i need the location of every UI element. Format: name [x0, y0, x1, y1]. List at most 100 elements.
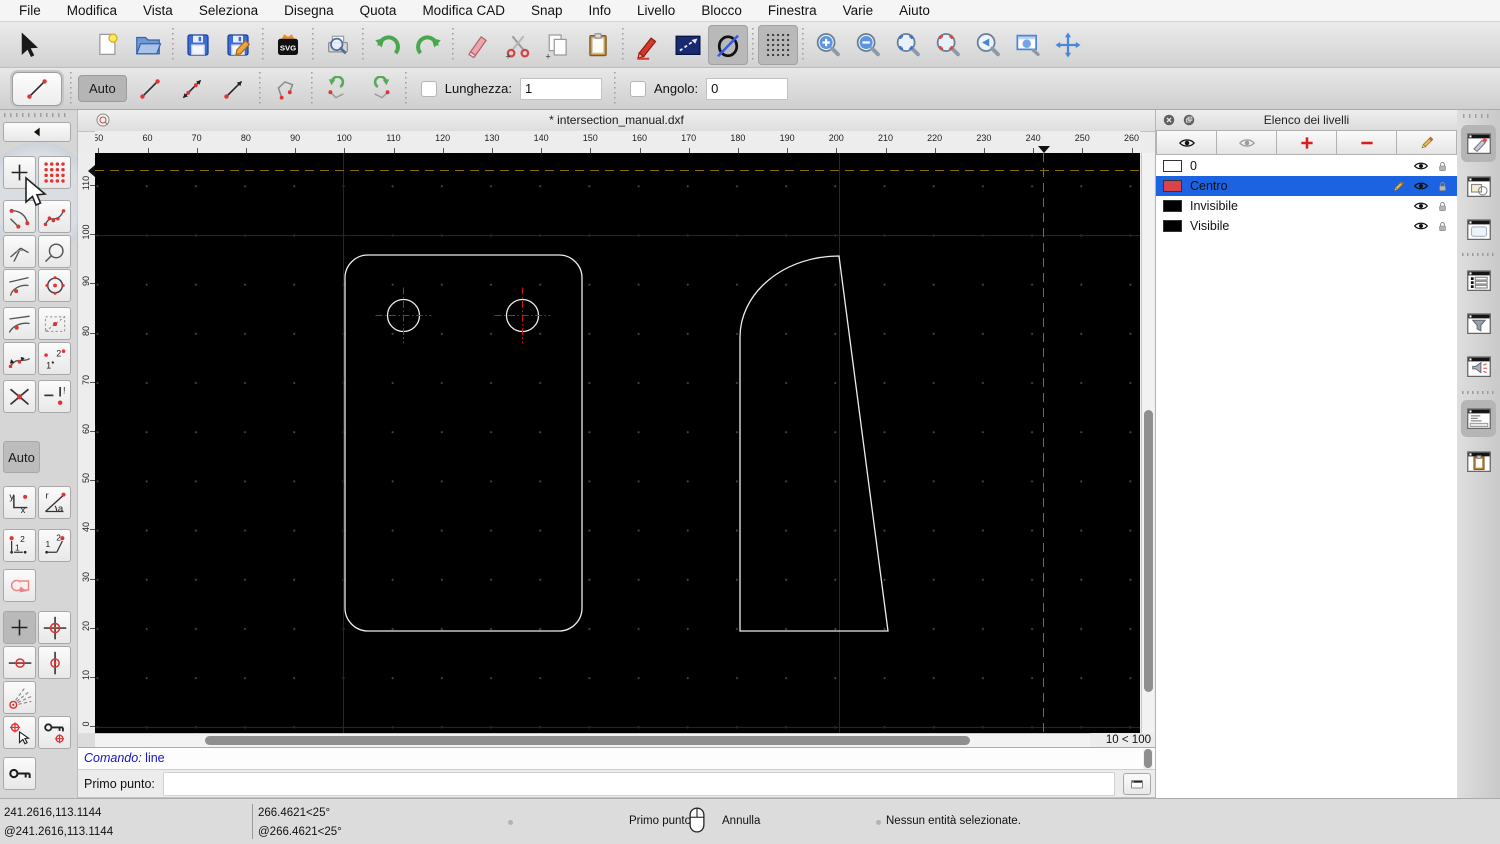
scrollbar-thumb[interactable]	[1143, 410, 1153, 692]
menu-aiuto[interactable]: Aiuto	[886, 0, 943, 22]
snap-tangent-button[interactable]	[3, 269, 36, 302]
menu-livello[interactable]: Livello	[624, 0, 688, 22]
menu-info[interactable]: Info	[576, 0, 625, 22]
line-tool-button[interactable]	[12, 71, 62, 106]
length-input[interactable]	[519, 77, 602, 100]
dock-command-line-toggle[interactable]	[1461, 400, 1496, 437]
pen-attributes-button[interactable]	[628, 25, 668, 65]
delete-eraser-button[interactable]	[458, 25, 498, 65]
menu-blocco[interactable]: Blocco	[688, 0, 755, 22]
snap-perpendicular-button[interactable]	[3, 235, 36, 268]
zoom-redraw-button[interactable]	[968, 25, 1008, 65]
snap-middle-button[interactable]	[38, 307, 71, 340]
save-button[interactable]	[178, 25, 218, 65]
menu-modifica-cad[interactable]: Modifica CAD	[409, 0, 518, 22]
menu-snap[interactable]: Snap	[518, 0, 576, 22]
snap-free-button[interactable]	[3, 156, 36, 189]
layer-lock-icon[interactable]	[1436, 200, 1449, 213]
snap-distance-button[interactable]	[3, 342, 36, 375]
layer-color-swatch[interactable]	[1163, 180, 1182, 192]
polyline-node-button[interactable]	[265, 72, 307, 106]
dock-clipboard-toggle[interactable]	[1461, 443, 1496, 480]
edit-layer-button[interactable]	[1397, 130, 1457, 155]
snap-endpoint-button[interactable]	[3, 200, 36, 233]
layer-row-invisibile[interactable]: Invisibile	[1156, 196, 1457, 216]
relative-polar-button[interactable]	[38, 529, 71, 562]
layer-visibility-icon[interactable]	[1413, 158, 1429, 174]
menu-vista[interactable]: Vista	[130, 0, 186, 22]
coordinate-polar-button[interactable]	[38, 486, 71, 519]
select-window-red-button[interactable]	[3, 569, 36, 602]
layer-color-swatch[interactable]	[1163, 220, 1182, 232]
layer-panel-titlebar[interactable]: Elenco dei livelli	[1156, 110, 1457, 131]
command-history-scrollbar[interactable]	[1143, 749, 1153, 769]
undo-button[interactable]	[368, 25, 408, 65]
snap-sequence-button[interactable]	[38, 342, 71, 375]
angle-checkbox[interactable]	[629, 80, 646, 97]
hide-all-layers-button[interactable]	[1217, 130, 1277, 155]
toolbar-handle[interactable]	[1463, 114, 1493, 118]
menu-varie[interactable]: Varie	[830, 0, 887, 22]
lock-relative-zero-button[interactable]	[38, 716, 71, 749]
dock-layer-list-toggle[interactable]	[1461, 262, 1496, 299]
select-cursor-button[interactable]	[8, 25, 48, 65]
layer-visibility-icon[interactable]	[1413, 178, 1429, 194]
snap-center-button[interactable]	[38, 269, 71, 302]
edit-layer-icon[interactable]	[1391, 179, 1406, 194]
save-as-button[interactable]	[218, 25, 258, 65]
scrollbar-thumb[interactable]	[1144, 749, 1152, 768]
zoom-out-button[interactable]	[848, 25, 888, 65]
layer-lock-icon[interactable]	[1436, 160, 1449, 173]
cut-button[interactable]	[498, 25, 538, 65]
menu-disegna[interactable]: Disegna	[271, 0, 347, 22]
length-checkbox[interactable]	[420, 80, 437, 97]
menu-file[interactable]: File	[6, 0, 54, 22]
undo-segment-button[interactable]	[317, 72, 359, 106]
menu-modifica[interactable]: Modifica	[54, 0, 130, 22]
snap-grid-button[interactable]	[38, 156, 71, 189]
dock-pen-toggle[interactable]	[1461, 125, 1496, 162]
angle-input[interactable]	[706, 77, 789, 100]
dock-library-toggle[interactable]	[1461, 211, 1496, 248]
toolbar-handle[interactable]	[4, 113, 70, 117]
auto-snap-button[interactable]: Auto	[3, 441, 40, 473]
grid-toggle-button[interactable]	[758, 24, 798, 65]
show-all-layers-button[interactable]	[1156, 130, 1217, 155]
set-relative-zero-button[interactable]	[3, 611, 36, 644]
dock-filter-toggle[interactable]	[1461, 305, 1496, 342]
snap-nearest-button[interactable]	[3, 307, 36, 340]
dock-announce-toggle[interactable]	[1461, 348, 1496, 385]
coordinate-cartesian-button[interactable]	[3, 486, 36, 519]
layer-color-swatch[interactable]	[1163, 160, 1182, 172]
layer-color-swatch[interactable]	[1163, 200, 1182, 212]
line-segment-button[interactable]	[129, 72, 171, 106]
drawing-titlebar[interactable]: * intersection_manual.dxf	[78, 110, 1155, 132]
paste-button[interactable]	[578, 25, 618, 65]
scrollbar-thumb[interactable]	[205, 736, 970, 745]
zoom-auto-button[interactable]	[888, 25, 928, 65]
auto-mode-button[interactable]: Auto	[78, 75, 127, 102]
redo-segment-button[interactable]	[359, 72, 401, 106]
layer-visibility-icon[interactable]	[1413, 198, 1429, 214]
open-file-button[interactable]	[128, 25, 168, 65]
line-arrows-both-button[interactable]	[171, 72, 213, 106]
snap-intersection-manual-button[interactable]	[38, 380, 71, 413]
menu-finestra[interactable]: Finestra	[755, 0, 830, 22]
redo-button[interactable]	[408, 25, 448, 65]
snap-on-circle-button[interactable]	[38, 235, 71, 268]
layer-row-centro[interactable]: Centro	[1156, 176, 1457, 196]
add-layer-button[interactable]	[1277, 130, 1337, 155]
snap-relative-zero-target-button[interactable]	[38, 611, 71, 644]
line-arrow-button[interactable]	[213, 72, 255, 106]
modify-attributes-button[interactable]	[668, 25, 708, 65]
collapse-arrow-button[interactable]	[3, 122, 71, 142]
layer-lock-icon[interactable]	[1436, 220, 1449, 233]
zoom-previous-button[interactable]	[928, 25, 968, 65]
restrict-angle-button[interactable]	[3, 681, 36, 714]
zoom-pan-button[interactable]	[1048, 25, 1088, 65]
command-history[interactable]: Comando: line	[78, 747, 1155, 770]
command-input[interactable]	[162, 771, 1115, 796]
dock-blocks-toggle[interactable]	[1461, 168, 1496, 205]
command-window-toggle-button[interactable]	[1123, 772, 1151, 795]
snap-intersection-button[interactable]	[3, 380, 36, 413]
